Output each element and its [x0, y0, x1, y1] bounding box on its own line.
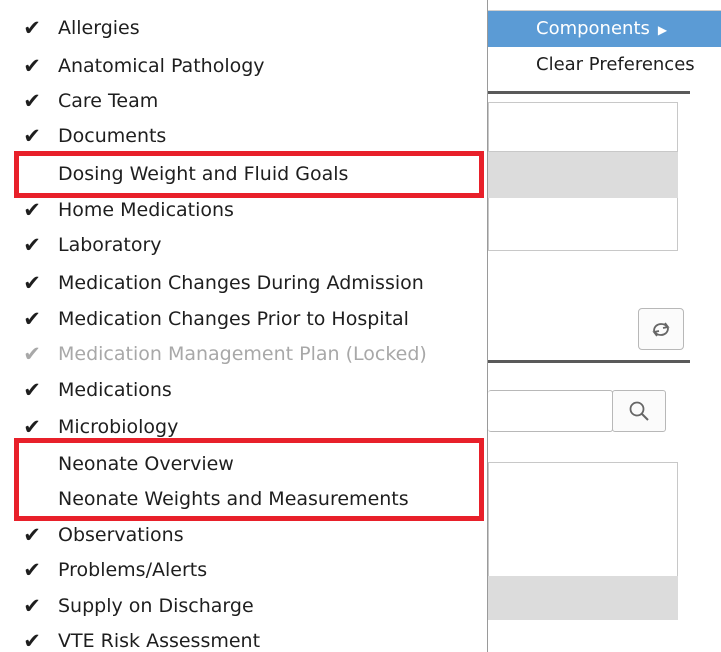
component-label: Medication Changes During Admission: [58, 272, 424, 294]
check-icon: ✔: [23, 233, 41, 257]
refresh-button[interactable]: [638, 308, 684, 350]
check-icon: ✔: [23, 198, 41, 222]
component-item-problems-alerts[interactable]: ✔ Problems/Alerts: [0, 553, 487, 587]
component-label: Observations: [58, 524, 184, 546]
panel-row: [488, 198, 678, 251]
component-label: Neonate Overview: [58, 453, 234, 475]
check-icon: ✔: [23, 594, 41, 618]
component-item-dosing-weight-fluid-goals[interactable]: Dosing Weight and Fluid Goals: [0, 157, 487, 191]
search-icon: [629, 401, 649, 421]
panel-row-selected: [488, 152, 678, 198]
search-input[interactable]: [488, 390, 613, 432]
component-label: Dosing Weight and Fluid Goals: [58, 163, 349, 185]
component-item-med-changes-admission[interactable]: ✔ Medication Changes During Admission: [0, 266, 487, 300]
component-item-supply-on-discharge[interactable]: ✔ Supply on Discharge: [0, 589, 487, 623]
component-item-allergies[interactable]: ✔ Allergies: [0, 11, 487, 45]
check-icon: ✔: [23, 16, 41, 40]
table-row-selected: [488, 576, 678, 620]
component-label: Medication Management Plan (Locked): [58, 343, 427, 365]
component-label: VTE Risk Assessment: [58, 630, 261, 652]
triangle-right-icon: ▶: [657, 23, 668, 37]
check-icon: ✔: [23, 415, 41, 439]
menu-item-clear-preferences[interactable]: Clear Preferences: [488, 47, 721, 83]
component-label: Care Team: [58, 90, 159, 112]
check-icon: ✔: [23, 558, 41, 582]
panel-header: [488, 102, 678, 152]
table-header: [488, 462, 678, 516]
menu-item-label: Clear Preferences: [536, 54, 695, 75]
check-icon: ✔: [23, 124, 41, 148]
component-label: Anatomical Pathology: [58, 55, 265, 77]
component-item-care-team[interactable]: ✔ Care Team: [0, 84, 487, 118]
divider: [488, 360, 690, 363]
check-icon: ✔: [23, 307, 41, 331]
component-item-documents[interactable]: ✔ Documents: [0, 119, 487, 153]
search-button[interactable]: [612, 390, 666, 432]
menu-item-label: Components: [536, 18, 650, 39]
check-icon: ✔: [23, 629, 41, 652]
components-submenu: ✔ Allergies ✔ Anatomical Pathology ✔ Car…: [0, 0, 488, 652]
context-menu: Components ▶ Clear Preferences: [488, 10, 721, 83]
component-item-neonate-overview[interactable]: Neonate Overview: [0, 447, 487, 481]
component-item-neonate-weights[interactable]: Neonate Weights and Measurements: [0, 482, 487, 516]
component-item-microbiology[interactable]: ✔ Microbiology: [0, 410, 487, 444]
component-item-anatomical-pathology[interactable]: ✔ Anatomical Pathology: [0, 49, 487, 83]
check-icon: ✔: [23, 523, 41, 547]
check-icon: ✔: [23, 342, 41, 366]
component-label: Supply on Discharge: [58, 595, 254, 617]
component-label: Medications: [58, 379, 172, 401]
table-row: [488, 514, 678, 577]
component-item-laboratory[interactable]: ✔ Laboratory: [0, 228, 487, 262]
component-item-vte-risk[interactable]: ✔ VTE Risk Assessment: [0, 624, 487, 652]
check-icon: ✔: [23, 378, 41, 402]
component-item-med-management-plan: ✔ Medication Management Plan (Locked): [0, 337, 487, 371]
component-label: Medication Changes Prior to Hospital: [58, 308, 409, 330]
component-label: Laboratory: [58, 234, 162, 256]
component-item-medications[interactable]: ✔ Medications: [0, 373, 487, 407]
component-item-med-changes-prior-hospital[interactable]: ✔ Medication Changes Prior to Hospital: [0, 302, 487, 336]
component-label: Home Medications: [58, 199, 234, 221]
menu-item-components[interactable]: Components ▶: [488, 11, 721, 47]
check-icon: ✔: [23, 89, 41, 113]
component-item-home-medications[interactable]: ✔ Home Medications: [0, 193, 487, 227]
component-label: Allergies: [58, 17, 140, 39]
component-item-observations[interactable]: ✔ Observations: [0, 518, 487, 552]
component-label: Problems/Alerts: [58, 559, 208, 581]
check-icon: ✔: [23, 54, 41, 78]
component-label: Neonate Weights and Measurements: [58, 488, 409, 510]
check-icon: ✔: [23, 271, 41, 295]
refresh-icon: [652, 322, 670, 337]
component-label: Microbiology: [58, 416, 179, 438]
background-page: Components ▶ Clear Preferences: [488, 0, 721, 652]
component-label: Documents: [58, 125, 167, 147]
divider: [488, 91, 690, 94]
background-topbar: [488, 0, 721, 10]
